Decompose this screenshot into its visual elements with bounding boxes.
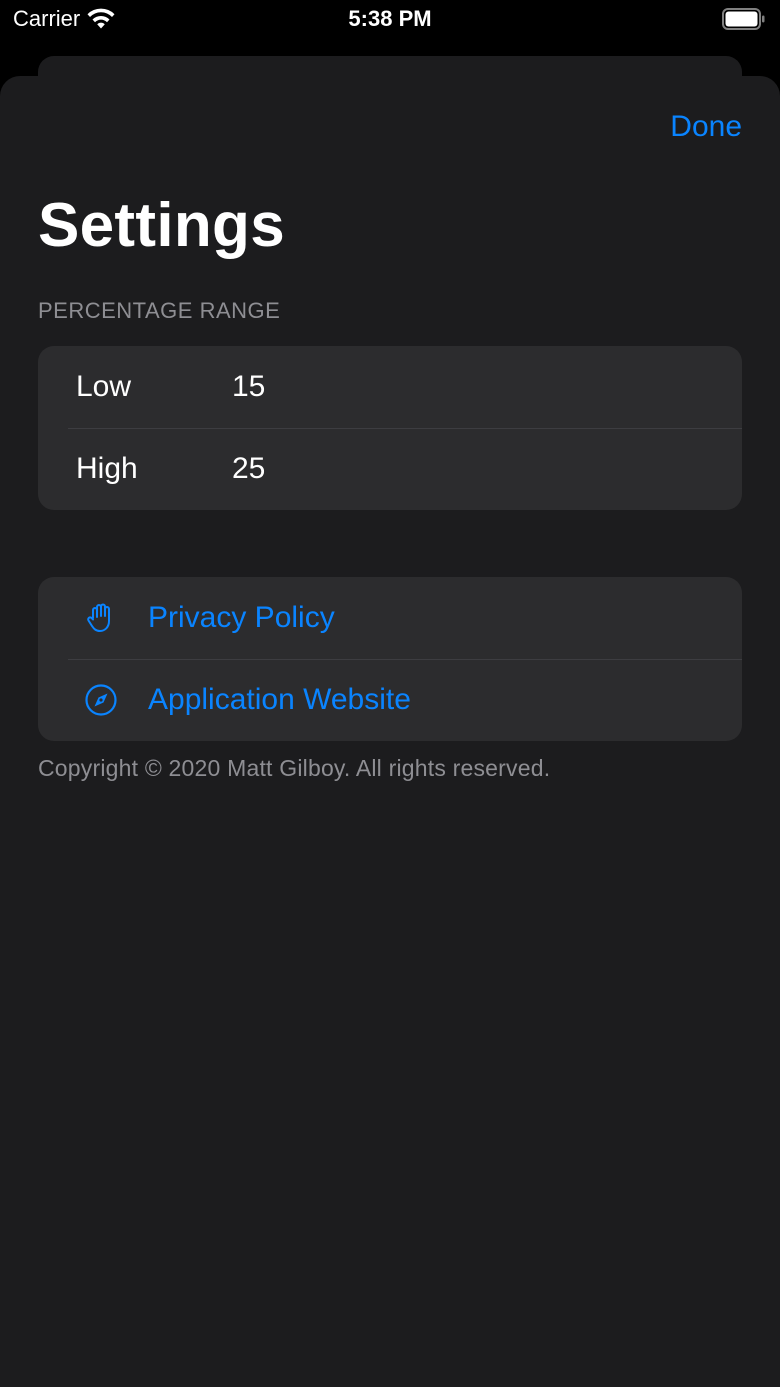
status-bar: Carrier 5:38 PM: [0, 0, 780, 40]
range-row-high[interactable]: High 25: [38, 428, 742, 510]
privacy-policy-link[interactable]: Privacy Policy: [38, 577, 742, 659]
compass-icon: [85, 684, 117, 716]
done-button[interactable]: Done: [670, 110, 742, 144]
application-website-label: Application Website: [148, 683, 411, 716]
range-row-label: High: [76, 452, 138, 485]
privacy-policy-label: Privacy Policy: [148, 601, 335, 634]
links-group: Privacy Policy Application Website: [38, 577, 742, 741]
range-row-low[interactable]: Low 15: [38, 346, 742, 428]
percentage-range-group: Low 15 High 25: [38, 346, 742, 510]
low-value-field[interactable]: 15: [232, 370, 265, 404]
status-time: 5:38 PM: [348, 6, 432, 31]
application-website-link[interactable]: Application Website: [38, 659, 742, 741]
high-value-field[interactable]: 25: [232, 452, 265, 486]
range-row-label: Low: [76, 370, 132, 403]
section-header-percentage-range: PERCENTAGE RANGE: [38, 298, 281, 323]
page-title: Settings: [38, 191, 285, 260]
battery-icon: [722, 8, 765, 30]
hand-icon: [87, 603, 110, 632]
copyright-text: Copyright © 2020 Matt Gilboy. All rights…: [38, 755, 551, 781]
